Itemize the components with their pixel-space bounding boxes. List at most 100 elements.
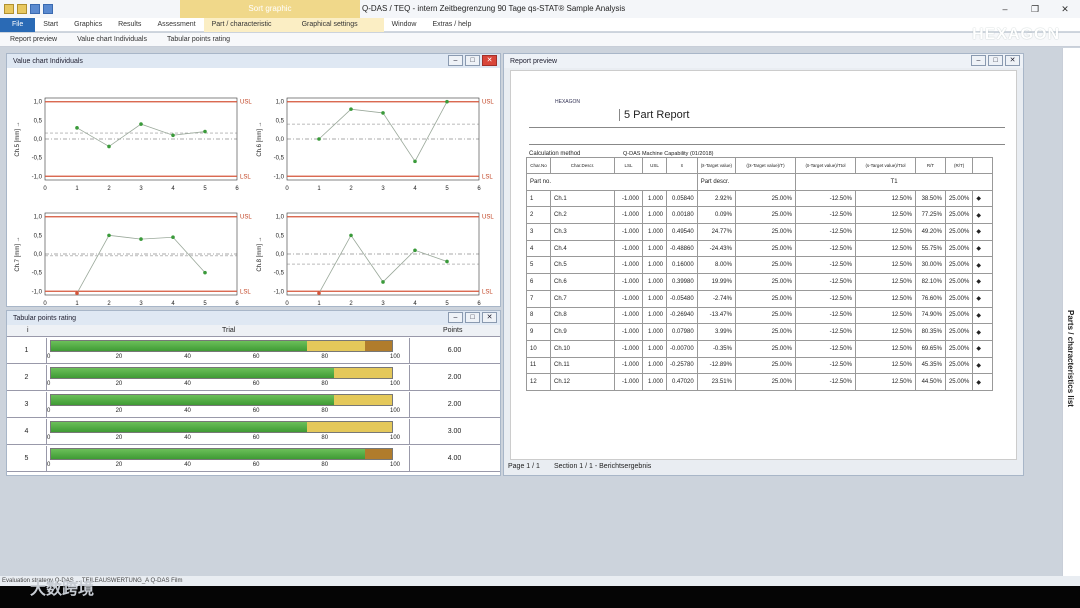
table-cell: 1.000	[642, 206, 667, 225]
tab-graphics[interactable]: Graphics	[66, 18, 110, 32]
tab-start[interactable]: Start	[35, 18, 66, 32]
chart-link-icon[interactable]: ◆	[972, 373, 994, 391]
table-cell: 25.00%	[734, 223, 796, 241]
close-icon[interactable]: ✕	[1050, 0, 1080, 18]
maximize-icon[interactable]: ❐	[1020, 0, 1050, 18]
maximize-icon[interactable]: □	[465, 312, 480, 323]
table-cell: -1.000	[614, 289, 643, 308]
close-icon[interactable]: ✕	[482, 55, 497, 66]
table-cell: 0.49540	[666, 223, 698, 241]
tab-extras-help[interactable]: Extras / help	[424, 18, 479, 32]
table-cell: 25.00%	[734, 239, 796, 258]
table-cell: 25.00%	[734, 256, 796, 275]
tab-graphical-settings[interactable]: Graphical settings	[293, 17, 384, 32]
table-cell: 12.50%	[854, 189, 916, 208]
data-point	[413, 159, 417, 164]
report-heading: 5 Part Report	[619, 109, 689, 121]
value-chart-panel: 1,0 0,5 0,0 -0,5 -1,00 1 2 3 4 5 6 USL LSL Ch.6 [mm] …	[257, 97, 494, 192]
chart-link-icon[interactable]: ◆	[972, 339, 994, 358]
bar-tick-label: 40	[184, 408, 191, 414]
data-point	[381, 280, 385, 284]
table-cell: -1.000	[614, 273, 643, 291]
tab-assessment[interactable]: Assessment	[149, 18, 203, 32]
folder-icon[interactable]	[4, 4, 14, 14]
chart-link-icon[interactable]: ◆	[972, 356, 994, 375]
table-cell: -1.000	[614, 206, 643, 225]
table-cell: 25.00%	[734, 306, 796, 325]
y-axis-label: Ch.6 [mm] →	[257, 121, 263, 156]
table-cell: 1.000	[642, 339, 667, 358]
x-tick-label: 0	[43, 301, 47, 306]
table-cell: -1.000	[614, 256, 643, 275]
chart-link-icon[interactable]: ◆	[972, 306, 994, 325]
close-icon[interactable]: ✕	[482, 312, 497, 323]
table-cell: 30.00%	[914, 256, 946, 275]
chart-link-icon[interactable]: ◆	[972, 273, 994, 291]
table-cell: 1.000	[642, 239, 667, 258]
chart-link-icon[interactable]: ◆	[972, 223, 994, 241]
rating-points: 2.00	[447, 401, 462, 408]
doc-tab-report-preview[interactable]: Report preview	[0, 36, 67, 43]
minimize-icon[interactable]: –	[448, 312, 463, 323]
table-row: 1 Ch.1 -1.000 1.000 0.05840 2.92% 25.00% -12.50…	[526, 189, 994, 208]
minimize-icon[interactable]: –	[971, 55, 986, 66]
y-tick-label: 1,0	[276, 100, 285, 106]
table-cell: Ch.1	[550, 189, 615, 208]
chart-link-icon[interactable]: ◆	[972, 239, 994, 258]
table-cell: 1.000	[642, 373, 667, 391]
tab-part-characteristic[interactable]: Part / characteristic	[203, 17, 294, 32]
parts-characteristics-panel-tab[interactable]: Parts / characteristics list	[1062, 48, 1080, 580]
table-cell: Ch.8	[550, 306, 615, 325]
x-tick-label: 5	[203, 186, 207, 192]
bar-tick-label: 40	[184, 381, 191, 387]
bar-tick-label: 60	[252, 435, 260, 441]
tab-window[interactable]: Window	[384, 18, 425, 32]
rating-row: 3 2.00 0 20 40 60 80 100	[7, 392, 500, 418]
bar-yellow	[334, 395, 392, 405]
col-trial-header: Trial	[222, 327, 236, 334]
value-charts-plot: 1,00,50,0-0,5-1,00 1 2 3 4 5 6USLLSLCh.5 [mm] …	[15, 97, 494, 307]
y-tick-label: -1,0	[32, 174, 43, 180]
table-cell: -12.89%	[696, 356, 736, 375]
report-preview-header: Report preview – □ ✕	[504, 54, 1023, 68]
table-cell: Ch.4	[550, 239, 615, 258]
open-icon[interactable]	[17, 4, 27, 14]
doc-tab-points-rating[interactable]: Tabular points rating	[157, 36, 240, 43]
col-points-header: Points	[443, 327, 463, 334]
print-icon[interactable]	[43, 4, 53, 14]
x-tick-label: 5	[203, 301, 207, 306]
chart-link-icon[interactable]: ◆	[972, 323, 994, 341]
col-header: (x̄-Target value)/Ttol	[794, 157, 856, 174]
x-tick-label: 0	[285, 186, 289, 192]
data-point	[139, 237, 143, 241]
maximize-icon[interactable]: □	[465, 55, 480, 66]
table-cell: 25.00%	[734, 373, 796, 391]
bar-tick-label: 60	[252, 381, 260, 387]
table-cell: 12.50%	[854, 239, 916, 258]
minimize-icon[interactable]: –	[448, 55, 463, 66]
table-cell: 6	[526, 273, 551, 291]
table-cell: 25.00%	[944, 223, 974, 241]
chart-link-icon[interactable]: ◆	[972, 189, 994, 208]
chart-link-icon[interactable]: ◆	[972, 256, 994, 275]
tab-results[interactable]: Results	[110, 18, 149, 32]
table-cell: 12.50%	[854, 356, 916, 375]
report-table-header: Char.No Char.Descr. LSL USL x̄ (x̄-Targe…	[526, 157, 994, 174]
tab-file[interactable]: File	[0, 17, 36, 32]
table-cell: 2	[526, 206, 551, 225]
close-icon[interactable]: ✕	[1005, 55, 1020, 66]
minimize-icon[interactable]: –	[990, 0, 1020, 18]
x-tick-label: 6	[235, 186, 239, 192]
points-rating-header: Tabular points rating – □ ✕	[7, 311, 500, 325]
chart-link-icon[interactable]: ◆	[972, 206, 994, 225]
table-row: 9 Ch.9 -1.000 1.000 0.07980 3.99% 25.00% -12.50…	[526, 323, 994, 341]
bar-tick-label: 20	[115, 408, 123, 414]
bar-tick-label: 20	[115, 462, 123, 468]
save-icon[interactable]	[30, 4, 40, 14]
y-tick-label: -0,5	[32, 271, 43, 277]
rating-points: 2.00	[447, 374, 462, 381]
maximize-icon[interactable]: □	[988, 55, 1003, 66]
doc-tab-value-chart[interactable]: Value chart Individuals	[67, 36, 157, 43]
chart-link-icon[interactable]: ◆	[972, 289, 994, 308]
table-cell: 12.50%	[854, 256, 916, 275]
